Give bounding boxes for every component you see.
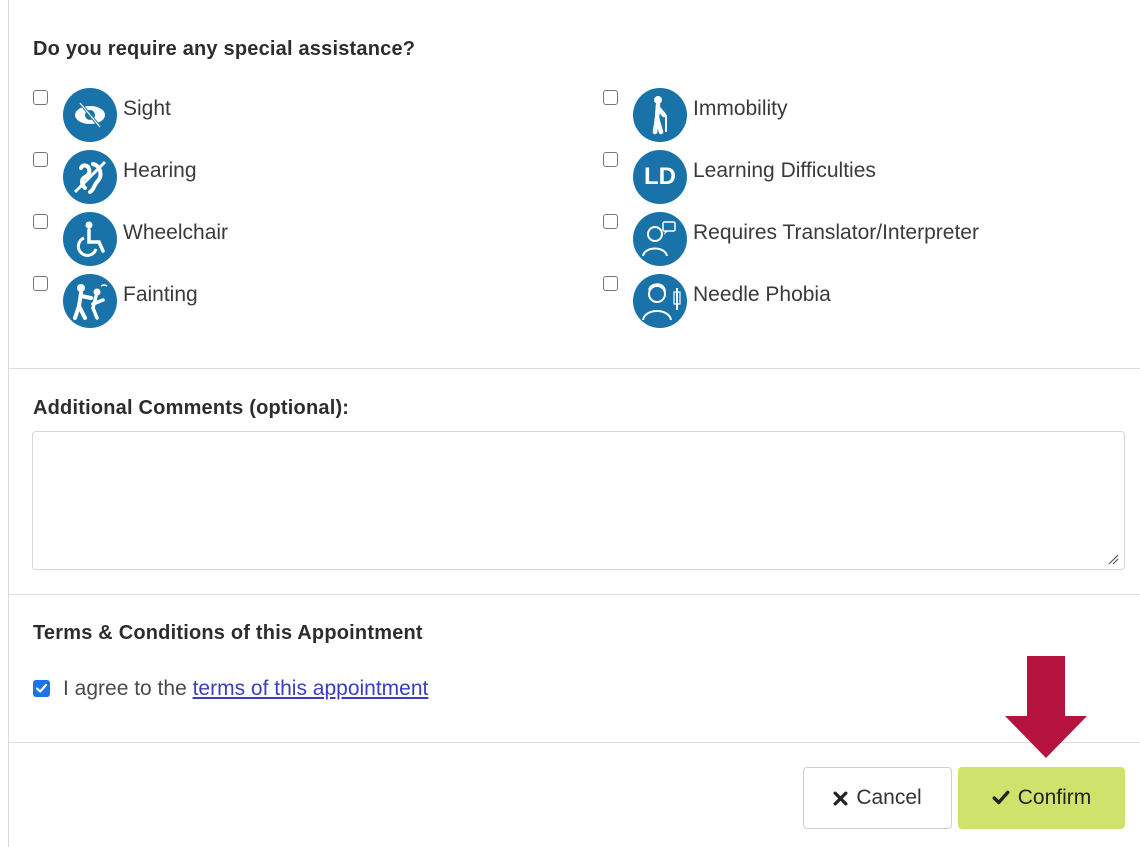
section-divider bbox=[9, 368, 1140, 369]
hearing-impaired-icon bbox=[63, 150, 117, 204]
translator-checkbox[interactable] bbox=[603, 214, 618, 229]
option-learning-difficulties: LD Learning Difficulties bbox=[603, 150, 1123, 206]
agree-checkbox[interactable] bbox=[33, 680, 50, 697]
learning-difficulties-checkbox[interactable] bbox=[603, 152, 618, 167]
confirm-button[interactable]: Confirm bbox=[958, 767, 1125, 829]
comments-textarea[interactable] bbox=[32, 431, 1125, 570]
fainting-label: Fainting bbox=[123, 283, 198, 306]
agree-prefix: I agree to the bbox=[63, 677, 193, 700]
terms-link[interactable]: terms of this appointment bbox=[193, 677, 429, 700]
option-wheelchair: Wheelchair bbox=[33, 212, 553, 268]
assistance-section-title: Do you require any special assistance? bbox=[33, 38, 416, 60]
learning-difficulties-icon: LD bbox=[633, 150, 687, 204]
x-icon bbox=[833, 791, 848, 805]
option-hearing: Hearing bbox=[33, 150, 553, 206]
section-divider bbox=[9, 594, 1140, 595]
option-needle-phobia: Needle Phobia bbox=[603, 274, 1123, 330]
checkmark-icon bbox=[35, 683, 48, 693]
immobility-label: Immobility bbox=[693, 97, 788, 120]
option-translator: Requires Translator/Interpreter bbox=[603, 212, 1123, 268]
cancel-button[interactable]: Cancel bbox=[803, 767, 952, 829]
immobility-checkbox[interactable] bbox=[603, 90, 618, 105]
needle-phobia-icon bbox=[633, 274, 687, 328]
confirm-label: Confirm bbox=[1017, 786, 1092, 809]
checkmark-icon bbox=[992, 790, 1010, 805]
hearing-label: Hearing bbox=[123, 159, 197, 182]
sight-checkbox[interactable] bbox=[33, 90, 48, 105]
option-sight: Sight bbox=[33, 88, 553, 144]
fainting-icon bbox=[63, 274, 117, 328]
needle-phobia-checkbox[interactable] bbox=[603, 276, 618, 291]
learning-difficulties-label: Learning Difficulties bbox=[693, 159, 876, 182]
cancel-label: Cancel bbox=[856, 786, 922, 809]
option-immobility: Immobility bbox=[603, 88, 1123, 144]
wheelchair-icon bbox=[63, 212, 117, 266]
resize-handle-icon[interactable] bbox=[1107, 553, 1119, 565]
option-fainting: Fainting bbox=[33, 274, 553, 330]
needle-phobia-label: Needle Phobia bbox=[693, 283, 831, 306]
ld-icon-text: LD bbox=[644, 163, 676, 190]
agree-statement: I agree to the terms of this appointment bbox=[63, 677, 428, 701]
translator-label: Requires Translator/Interpreter bbox=[693, 221, 979, 244]
wheelchair-label: Wheelchair bbox=[123, 221, 229, 244]
sight-label: Sight bbox=[123, 97, 171, 120]
walking-cane-icon bbox=[633, 88, 687, 142]
section-divider bbox=[9, 742, 1140, 743]
annotation-arrow-down-icon bbox=[1005, 656, 1087, 758]
terms-section-title: Terms & Conditions of this Appointment bbox=[33, 622, 423, 644]
eye-slash-icon bbox=[63, 88, 117, 142]
comments-section-title: Additional Comments (optional): bbox=[33, 397, 350, 419]
fainting-checkbox[interactable] bbox=[33, 276, 48, 291]
wheelchair-checkbox[interactable] bbox=[33, 214, 48, 229]
translator-icon bbox=[633, 212, 687, 266]
hearing-checkbox[interactable] bbox=[33, 152, 48, 167]
